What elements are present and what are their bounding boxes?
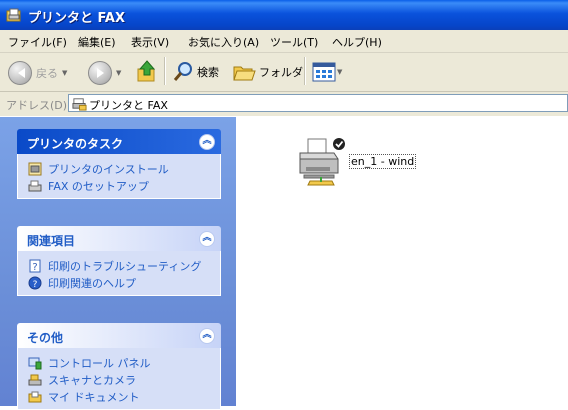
menu-file[interactable]: ファイル(F) <box>8 34 67 50</box>
my-documents-link[interactable]: マイ ドキュメント <box>18 388 220 405</box>
folders-icon <box>233 66 256 81</box>
control-panel-icon <box>28 357 42 369</box>
toolbar-separator <box>164 57 166 85</box>
panel-title: プリンタのタスク <box>27 137 124 151</box>
collapse-chevron-icon[interactable]: ︽ <box>199 231 215 247</box>
address-bar: アドレス(D) プリンタと FAX <box>0 92 568 116</box>
chevron-down-icon: ▼ <box>62 69 68 77</box>
link-label: FAX のセットアップ <box>48 179 149 193</box>
troubleshoot-printing-link[interactable]: ? 印刷のトラブルシューティング <box>18 257 220 274</box>
panel-title: その他 <box>27 331 64 345</box>
add-printer-icon <box>28 162 42 175</box>
scanner-camera-icon <box>28 374 42 385</box>
link-label: コントロール パネル <box>48 356 151 370</box>
task-pane: プリンタのタスク ︽ プリンタのインストール FAX のセットアップ 関連項目 … <box>0 117 236 410</box>
content-pane: en_1 - wind <box>236 117 568 406</box>
link-label: プリンタのインストール <box>48 162 169 176</box>
fax-setup-link[interactable]: FAX のセットアップ <box>18 177 220 194</box>
menu-view[interactable]: 表示(V) <box>131 34 169 50</box>
search-icon <box>173 62 192 81</box>
up-folder-icon <box>137 60 156 82</box>
folders-label: フォルダ <box>259 66 303 79</box>
related-topics-panel: 関連項目 ︽ ? 印刷のトラブルシューティング ? 印刷関連のヘルプ <box>17 226 221 296</box>
address-field[interactable]: プリンタと FAX <box>68 94 568 112</box>
other-places-panel: その他 ︽ コントロール パネル スキャナとカメラ マイ ドキュメント <box>17 323 221 410</box>
address-value: プリンタと FAX <box>89 99 168 112</box>
address-label: アドレス(D) <box>6 99 68 112</box>
control-panel-link[interactable]: コントロール パネル <box>18 354 220 371</box>
printer-tasks-header[interactable]: プリンタのタスク ︽ <box>17 129 221 154</box>
forward-arrow-icon <box>88 61 112 85</box>
install-printer-link[interactable]: プリンタのインストール <box>18 160 220 177</box>
folders-button[interactable]: フォルダ <box>232 61 303 83</box>
panel-body: プリンタのインストール FAX のセットアップ <box>17 154 221 199</box>
printing-help-link[interactable]: ? 印刷関連のヘルプ <box>18 274 220 291</box>
svg-text:?: ? <box>33 280 38 290</box>
link-label: 印刷関連のヘルプ <box>48 276 136 290</box>
views-button[interactable]: ▼ <box>312 61 342 83</box>
collapse-chevron-icon[interactable]: ︽ <box>199 328 215 344</box>
my-documents-icon <box>28 391 42 402</box>
svg-text:?: ? <box>32 262 37 273</box>
search-button[interactable]: 検索 <box>172 61 219 83</box>
back-button[interactable]: 戻る ▼ <box>8 61 67 85</box>
collapse-chevron-icon[interactable]: ︽ <box>199 134 215 150</box>
chevron-down-icon: ▼ <box>116 69 122 77</box>
related-topics-header[interactable]: 関連項目 ︽ <box>17 226 221 251</box>
title-bar: プリンタと FAX <box>0 0 568 30</box>
scanners-cameras-link[interactable]: スキャナとカメラ <box>18 371 220 388</box>
search-label: 検索 <box>197 66 219 79</box>
printer-tasks-panel: プリンタのタスク ︽ プリンタのインストール FAX のセットアップ <box>17 129 221 199</box>
forward-button[interactable]: ▼ <box>88 61 121 85</box>
back-label: 戻る <box>36 67 58 80</box>
panel-body: ? 印刷のトラブルシューティング ? 印刷関連のヘルプ <box>17 251 221 296</box>
chevron-down-icon: ▼ <box>337 68 343 76</box>
panel-title: 関連項目 <box>27 234 76 248</box>
views-icon <box>312 62 336 82</box>
printer-icon <box>299 138 345 186</box>
panel-body: コントロール パネル スキャナとカメラ マイ ドキュメント <box>17 348 221 410</box>
printers-folder-icon <box>72 98 87 111</box>
menu-edit[interactable]: 編集(E) <box>78 34 116 50</box>
link-label: スキャナとカメラ <box>48 373 136 387</box>
printers-folder-icon <box>6 8 21 22</box>
toolbar-separator <box>304 57 306 85</box>
help-icon: ? <box>28 276 42 290</box>
other-places-header[interactable]: その他 ︽ <box>17 323 221 348</box>
link-label: マイ ドキュメント <box>48 390 140 404</box>
printer-name: en_1 - wind <box>349 154 417 169</box>
toolbar: 戻る ▼ ▼ 検索 フォルダ ▼ <box>0 53 568 92</box>
menu-favorites[interactable]: お気に入り(A) <box>188 34 259 50</box>
menu-help[interactable]: ヘルプ(H) <box>332 34 382 50</box>
window-title: プリンタと FAX <box>28 11 125 26</box>
up-folder-button[interactable] <box>136 59 158 83</box>
fax-icon <box>28 180 42 191</box>
help-topic-icon: ? <box>29 259 41 273</box>
menu-bar: ファイル(F) 編集(E) 表示(V) お気に入り(A) ツール(T) ヘルプ(… <box>0 30 568 53</box>
back-arrow-icon <box>8 61 32 85</box>
menu-tools[interactable]: ツール(T) <box>270 34 318 50</box>
link-label: 印刷のトラブルシューティング <box>48 259 202 273</box>
